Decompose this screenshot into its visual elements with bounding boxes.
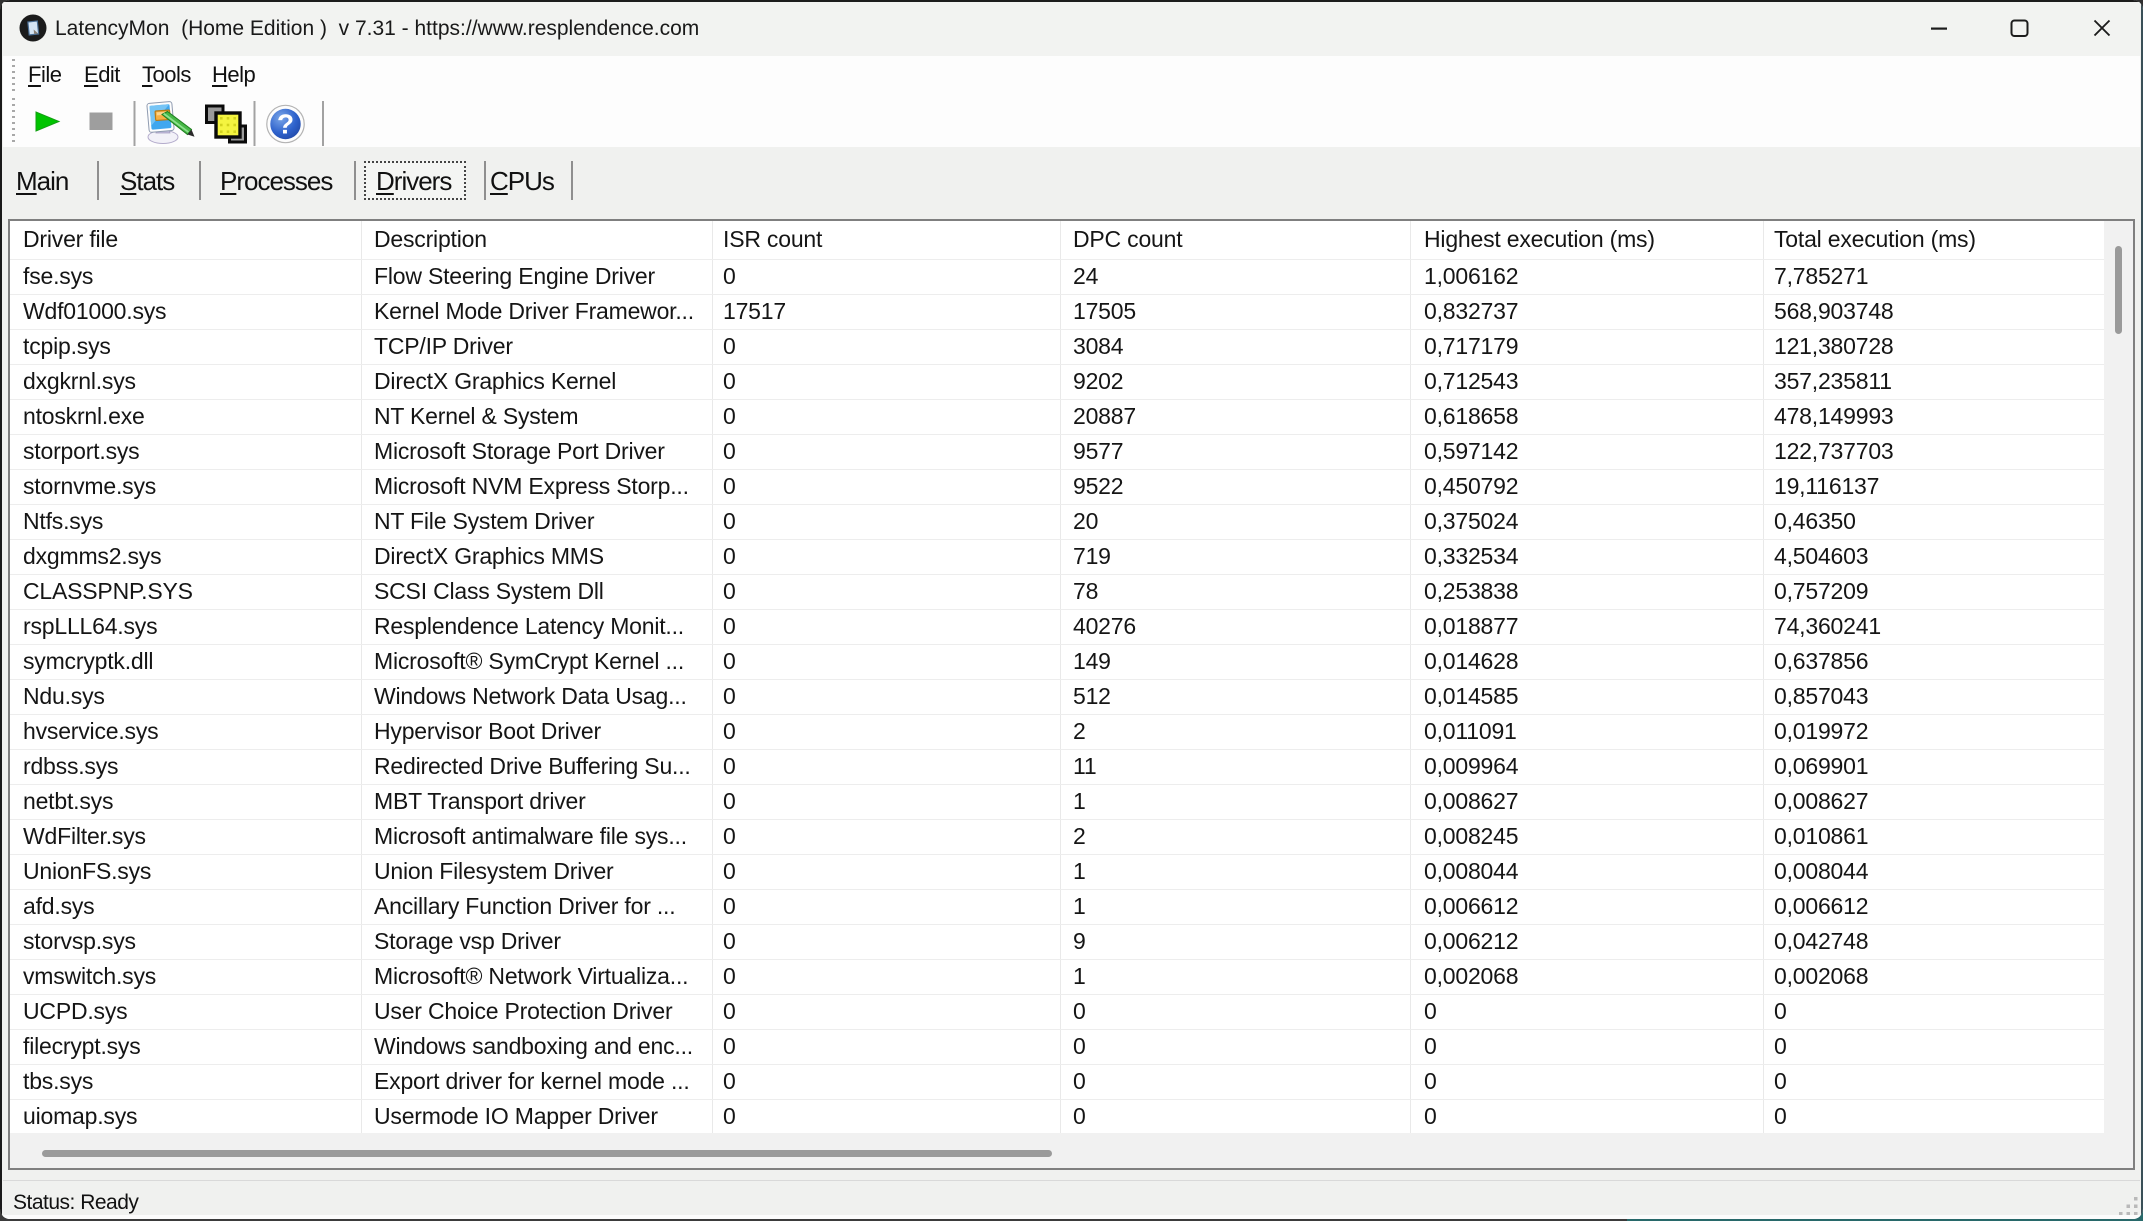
svg-text:?: ? xyxy=(277,109,294,140)
